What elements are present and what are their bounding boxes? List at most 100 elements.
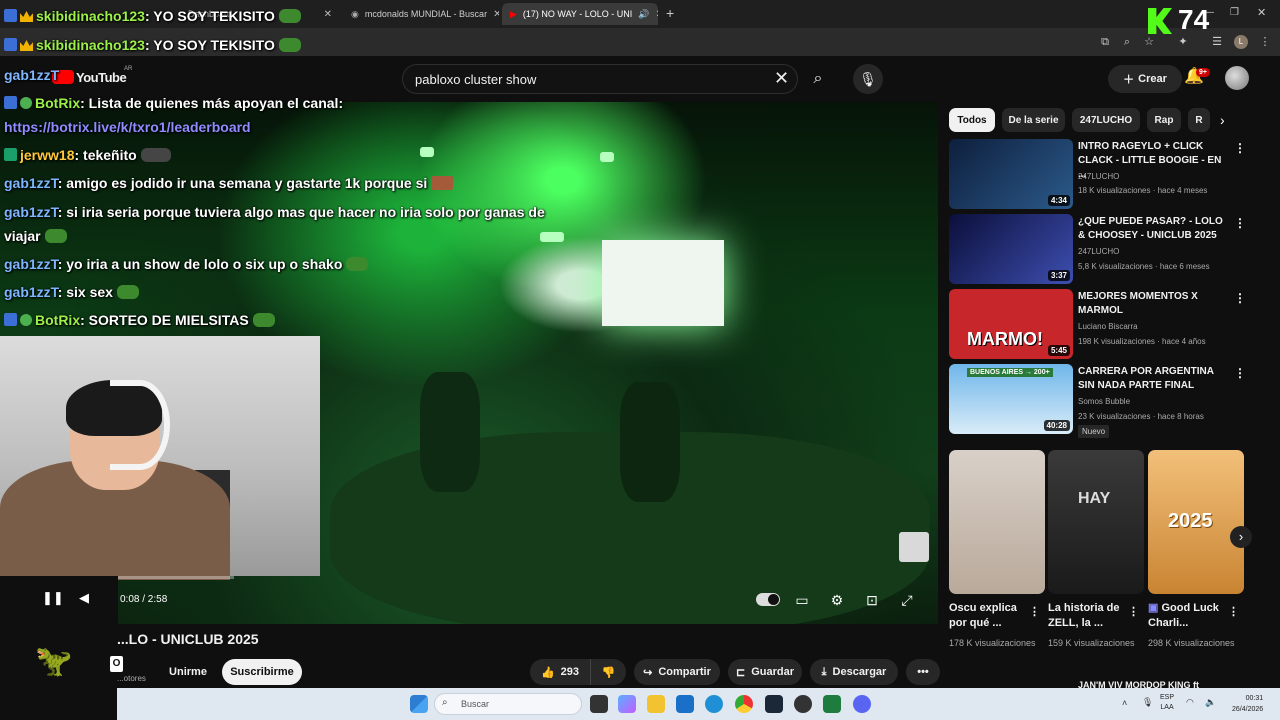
shorts-next-icon[interactable]: › [1230,526,1252,548]
short-title[interactable]: Oscu explica por qué ... [949,601,1027,631]
chip-de-la-serie[interactable]: De la serie [1002,108,1065,132]
create-button[interactable]: ＋ Crear [1108,65,1182,93]
rec-title[interactable]: CARRERA POR ARGENTINA SIN NADA PARTE FIN… [1078,365,1224,393]
more-vert-icon[interactable]: ⋮ [1128,605,1139,618]
short-thumbnail[interactable] [949,450,1045,594]
rec-title[interactable]: ¿QUE PUEDE PASAR? - LOLO & CHOOSEY - UNI… [1078,215,1224,243]
settings-gear-icon[interactable]: ⚙ [827,590,847,610]
search-icon: ⌕ [442,697,448,708]
more-vert-icon[interactable]: ⋮ [1228,605,1239,618]
youtube-logo-text[interactable]: YouTube [76,70,127,85]
chevron-right-icon[interactable]: › [1220,112,1225,128]
short-thumbnail[interactable]: 2025 [1148,450,1244,594]
mic-tray-icon[interactable]: 🎙 [1142,697,1153,708]
download-button[interactable]: ⤓ Descargar [810,659,898,685]
steam-icon[interactable] [765,695,783,713]
chat-message: BotRix: SORTEO DE MIELSITAS [4,312,275,328]
rec-thumbnail[interactable]: MARMO! 5:45 [949,289,1073,359]
fullscreen-icon[interactable]: ⤢ [897,590,917,610]
rec-thumbnail[interactable]: 4:34 [949,139,1073,209]
file-explorer-icon[interactable] [647,695,665,713]
new-tab-button[interactable]: + [666,5,674,21]
obs-icon[interactable] [794,695,812,713]
volume-tray-icon[interactable]: 🔈 [1205,697,1216,708]
maximize-icon[interactable]: ❐ [1230,7,1239,18]
menu-dots-icon[interactable]: ⋮ [1258,35,1272,49]
chat-link[interactable]: https://botrix.live/k/txro1/leaderboard [4,119,251,135]
short-title[interactable]: La historia de ZELL, la ... [1048,601,1126,631]
taskbar-search[interactable]: Buscar [434,693,582,715]
rec-thumbnail[interactable]: BUENOS AIRES → 200+ 40:28 [949,364,1073,434]
pause-icon[interactable]: ❚❚ [42,590,64,606]
rec-channel[interactable]: 247LUCHO [1078,247,1119,256]
zoom-icon[interactable]: ⌕ [1120,35,1134,49]
wifi-icon[interactable]: ◠ [1186,697,1194,708]
video-title: ...LO - UNICLUB 2025 [117,631,259,647]
microphone-icon[interactable]: 🎙 [853,64,883,94]
edge-icon[interactable] [705,695,723,713]
reading-list-icon[interactable]: ☰ [1210,35,1224,49]
short-badge-icon: ▣ [1148,602,1162,614]
lang-code: ESP [1160,694,1175,701]
rec-title[interactable]: MEJORES MOMENTOS X MARMOL [1078,290,1224,318]
chip-rap[interactable]: Rap [1147,108,1181,132]
chip-todos[interactable]: Todos [949,108,995,132]
close-window-icon[interactable]: ✕ [1257,6,1266,19]
join-button[interactable]: Unirme [164,659,212,685]
more-vert-icon[interactable]: ⋮ [1234,141,1246,155]
language-indicator[interactable]: ESP LAA [1160,693,1174,713]
tab-mcdonalds[interactable]: ◉ mcdonalds MUNDIAL - Buscar ✕ [343,3,499,25]
store-icon[interactable] [676,695,694,713]
search-input[interactable]: pabloxo cluster show [402,64,798,94]
excel-icon[interactable] [823,695,841,713]
chip-247lucho[interactable]: 247LUCHO [1072,108,1140,132]
more-vert-icon[interactable]: ⋮ [1234,366,1246,380]
more-vert-icon[interactable]: ⋮ [1234,216,1246,230]
emote-icon [431,176,454,190]
chip-more[interactable]: R [1188,108,1210,132]
more-vert-icon[interactable]: ⋮ [1029,605,1040,618]
rec-channel[interactable]: 247LUCHO [1078,172,1119,181]
discord-icon[interactable] [853,695,871,713]
dislike-button[interactable]: 👎 [590,659,626,685]
chat-text: : amigo es jodido ir una semana y gastar… [57,175,428,191]
leaderboard-link[interactable]: https://botrix.live/k/txro1/leaderboard [4,119,251,135]
taskbar-clock[interactable]: 00:31 26/4/2026 [1232,693,1263,715]
copilot-icon[interactable] [618,695,636,713]
clear-search-icon[interactable]: ✕ [774,68,789,89]
bookmark-star-icon[interactable]: ☆ [1142,35,1156,49]
subtitles-icon[interactable]: ▭ [792,590,812,610]
rec-thumbnail[interactable]: 3:37 [949,214,1073,284]
tab-label: (17) NO WAY - LOLO - UNI [522,9,633,19]
short-thumbnail[interactable]: HAY [1048,450,1144,594]
rec-channel[interactable]: Luciano Biscarra [1078,322,1138,331]
close-icon[interactable]: ✕ [324,9,332,20]
more-vert-icon[interactable]: ⋮ [1234,291,1246,305]
windows-start-icon[interactable] [410,695,428,713]
miniplayer-thumbnail[interactable] [899,532,929,562]
more-actions-button[interactable]: ••• [906,659,940,685]
task-view-icon[interactable] [590,695,608,713]
short-title[interactable]: ▣ Good Luck Charli... [1148,601,1226,631]
chrome-icon[interactable] [735,695,753,713]
share-button[interactable]: ↪ Compartir [634,659,720,685]
notification-badge: 9+ [1196,68,1210,77]
avatar[interactable] [1225,66,1249,90]
screen-cast-icon[interactable]: ⧉ [1098,35,1112,49]
like-button[interactable]: 👍 293 [530,659,590,685]
search-icon[interactable]: ⌕ [800,64,836,94]
rec-channel[interactable]: Somos Bubble [1078,397,1130,406]
emote-icon [346,257,369,271]
tab-youtube-active[interactable]: ▶ (17) NO WAY - LOLO - UNI 🔊 ✕ [502,3,658,25]
volume-icon[interactable]: ◀ [79,590,89,606]
chevron-up-icon[interactable]: ˄ [1122,698,1127,708]
save-button[interactable]: ⊏ Guardar [728,659,802,685]
subscribe-button[interactable]: Suscribirme [222,659,302,685]
extensions-icon[interactable]: ✦ [1176,35,1190,49]
theater-mode-icon[interactable]: ⊡ [862,590,882,610]
autoplay-toggle[interactable] [756,593,780,606]
channel-avatar[interactable]: O [110,656,123,672]
close-icon[interactable]: ✕ [493,9,499,20]
profile-icon[interactable]: L [1234,35,1248,49]
close-icon[interactable]: ✕ [656,9,659,20]
